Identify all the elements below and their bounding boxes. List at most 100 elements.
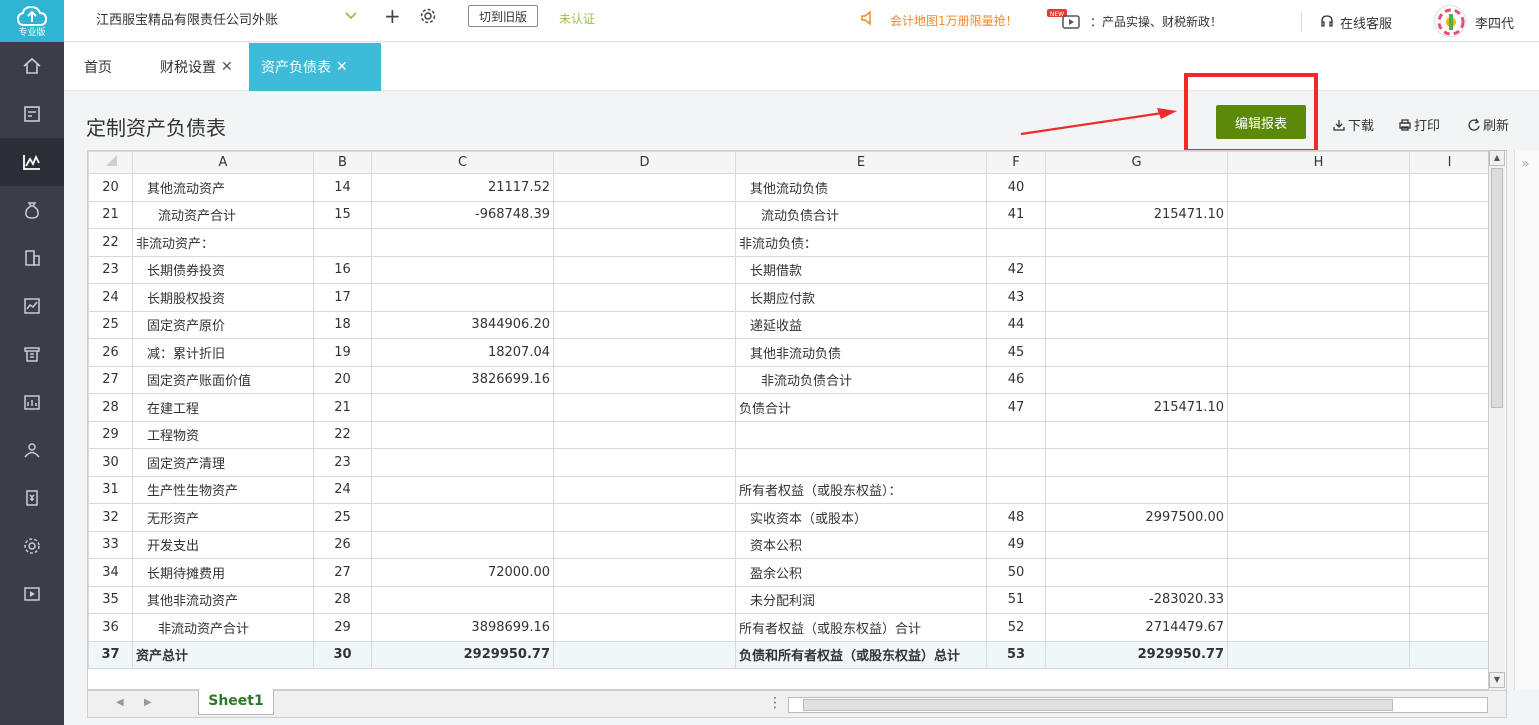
row-number[interactable]: 26 [88, 338, 133, 367]
liability-line-cell[interactable]: 41 [986, 200, 1046, 229]
liability-item-cell[interactable]: 所有者权益（或股东权益）： [735, 475, 987, 504]
column-header[interactable]: C [371, 151, 554, 174]
liability-amount-cell[interactable] [1045, 365, 1228, 394]
cell[interactable] [1227, 448, 1410, 477]
company-select[interactable]: 江西服宝精品有限责任公司外账 [96, 9, 278, 28]
liability-amount-cell[interactable] [1045, 173, 1228, 202]
row-number[interactable]: 24 [88, 283, 133, 312]
cell[interactable] [1409, 365, 1490, 394]
vertical-scrollbar[interactable]: ▲ ▼ [1488, 150, 1505, 690]
liability-line-cell[interactable] [986, 448, 1046, 477]
tab-home[interactable]: 首页 [84, 43, 112, 91]
sidebar-item-settings[interactable] [0, 522, 64, 570]
asset-amount-cell[interactable] [371, 420, 554, 449]
column-header[interactable]: H [1227, 151, 1410, 174]
liability-amount-cell[interactable] [1045, 448, 1228, 477]
cell[interactable] [1409, 420, 1490, 449]
asset-item-cell[interactable]: 工程物资 [132, 420, 314, 449]
asset-amount-cell[interactable]: 18207.04 [371, 338, 554, 367]
cell[interactable] [553, 558, 736, 587]
cell[interactable] [1409, 640, 1490, 669]
liability-line-cell[interactable] [986, 475, 1046, 504]
close-icon[interactable]: ✕ [336, 59, 348, 75]
column-header[interactable]: B [313, 151, 372, 174]
row-number[interactable]: 25 [88, 310, 133, 339]
liability-line-cell[interactable] [986, 228, 1046, 257]
column-header[interactable]: A [132, 151, 314, 174]
cell[interactable] [553, 173, 736, 202]
cell[interactable] [1227, 310, 1410, 339]
liability-item-cell[interactable]: 负债合计 [735, 393, 987, 422]
side-panel-collapsed[interactable]: » [1514, 150, 1539, 690]
cell[interactable] [1227, 283, 1410, 312]
liability-line-cell[interactable]: 43 [986, 283, 1046, 312]
asset-line-cell[interactable]: 29 [313, 613, 372, 642]
liability-line-cell[interactable]: 44 [986, 310, 1046, 339]
liability-item-cell[interactable]: 长期借款 [735, 255, 987, 284]
row-number[interactable]: 31 [88, 475, 133, 504]
spreadsheet[interactable]: A B C D E F G H I 20 其他流动资产 14 21117.52 其他流动… [87, 150, 1507, 690]
cell[interactable] [1227, 613, 1410, 642]
cell[interactable] [1409, 283, 1490, 312]
liability-line-cell[interactable]: 46 [986, 365, 1046, 394]
row-number[interactable]: 23 [88, 255, 133, 284]
cell[interactable] [1227, 393, 1410, 422]
asset-amount-cell[interactable]: 3898699.16 [371, 613, 554, 642]
liability-line-cell[interactable] [986, 420, 1046, 449]
asset-item-cell[interactable]: 无形资产 [132, 503, 314, 532]
cell[interactable] [553, 393, 736, 422]
asset-item-cell[interactable]: 生产性生物资产 [132, 475, 314, 504]
asset-line-cell[interactable]: 18 [313, 310, 372, 339]
select-all-corner[interactable] [88, 151, 133, 174]
asset-amount-cell[interactable] [371, 393, 554, 422]
cell[interactable] [553, 530, 736, 559]
cell[interactable] [553, 283, 736, 312]
sidebar-item-invoice[interactable] [0, 474, 64, 522]
asset-line-cell[interactable]: 30 [313, 640, 372, 669]
cell[interactable] [553, 420, 736, 449]
avatar[interactable] [1434, 5, 1466, 37]
asset-item-cell[interactable]: 在建工程 [132, 393, 314, 422]
sheet-tab[interactable]: Sheet1 [198, 689, 274, 715]
asset-line-cell[interactable]: 21 [313, 393, 372, 422]
asset-amount-cell[interactable]: 2929950.77 [371, 640, 554, 669]
sidebar-item-tax[interactable] [0, 330, 64, 378]
asset-item-cell[interactable]: 开发支出 [132, 530, 314, 559]
liability-line-cell[interactable]: 49 [986, 530, 1046, 559]
cell[interactable] [1227, 558, 1410, 587]
liability-amount-cell[interactable] [1045, 338, 1228, 367]
cell[interactable] [1409, 255, 1490, 284]
asset-item-cell[interactable]: 流动资产合计 [132, 200, 314, 229]
asset-item-cell[interactable]: 长期债券投资 [132, 255, 314, 284]
asset-amount-cell[interactable]: 21117.52 [371, 173, 554, 202]
liability-amount-cell[interactable]: 2997500.00 [1045, 503, 1228, 532]
asset-line-cell[interactable]: 25 [313, 503, 372, 532]
username[interactable]: 李四代 [1475, 13, 1514, 32]
row-number[interactable]: 28 [88, 393, 133, 422]
asset-item-cell[interactable]: 其他流动资产 [132, 173, 314, 202]
switch-old-version-button[interactable]: 切到旧版 [468, 5, 538, 27]
asset-line-cell[interactable]: 15 [313, 200, 372, 229]
sheet-prev-icon[interactable]: ◀ [116, 697, 124, 708]
cell[interactable] [1409, 558, 1490, 587]
sidebar-item-building[interactable] [0, 234, 64, 282]
sheet-next-icon[interactable]: ▶ [144, 697, 152, 708]
row-number[interactable]: 27 [88, 365, 133, 394]
sidebar-item-voucher[interactable] [0, 90, 64, 138]
asset-amount-cell[interactable] [371, 283, 554, 312]
cell[interactable] [1409, 475, 1490, 504]
cell[interactable] [553, 228, 736, 257]
scroll-down-icon[interactable]: ▼ [1489, 672, 1505, 688]
close-icon[interactable]: ✕ [221, 59, 233, 75]
asset-amount-cell[interactable] [371, 475, 554, 504]
asset-line-cell[interactable]: 26 [313, 530, 372, 559]
cell[interactable] [1409, 200, 1490, 229]
tab-tax-settings[interactable]: 财税设置 ✕ [160, 43, 233, 91]
asset-amount-cell[interactable] [371, 228, 554, 257]
online-support-link[interactable]: 在线客服 [1340, 13, 1392, 32]
asset-item-cell[interactable]: 资产总计 [132, 640, 314, 669]
cell[interactable] [553, 255, 736, 284]
vertical-scroll-thumb[interactable] [1491, 168, 1503, 408]
asset-line-cell[interactable] [313, 228, 372, 257]
liability-item-cell[interactable]: 盈余公积 [735, 558, 987, 587]
